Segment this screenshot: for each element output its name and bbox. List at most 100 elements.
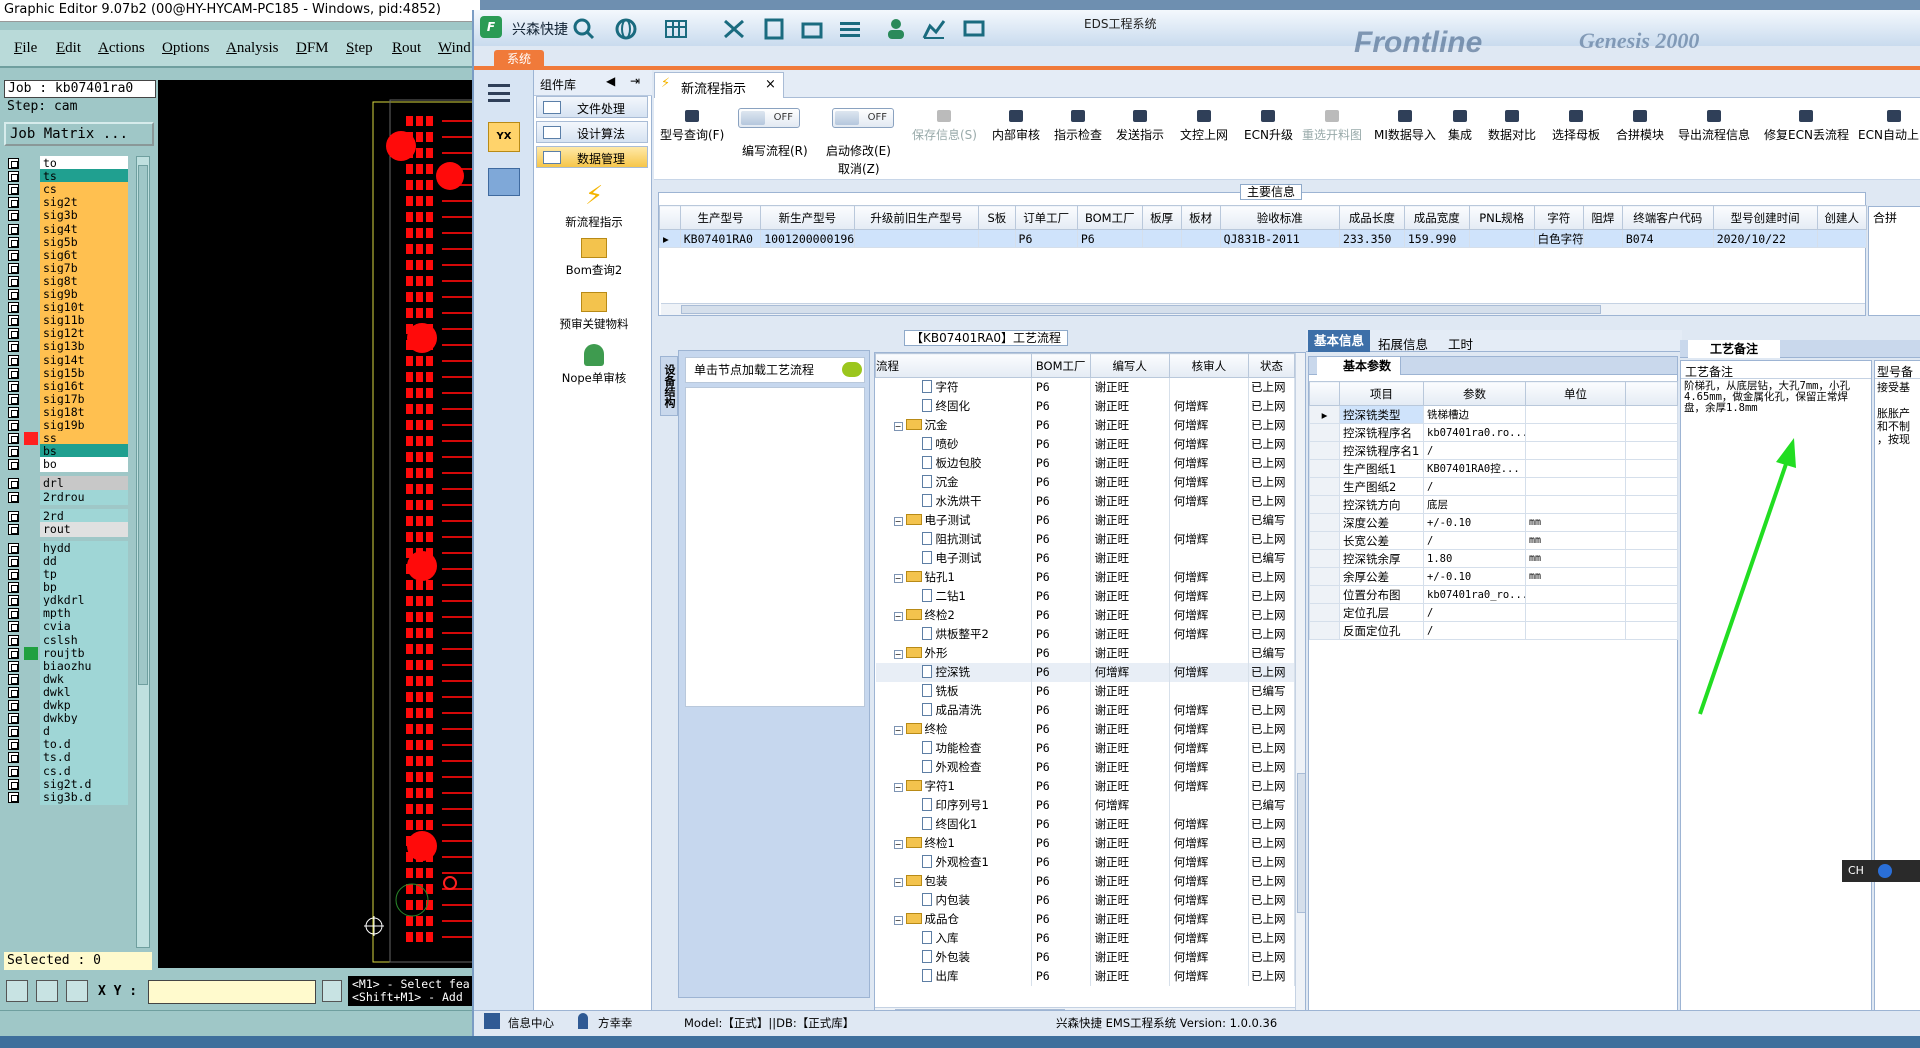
layer-scrollbar[interactable] [136, 156, 150, 948]
menu-file[interactable]: File [14, 40, 37, 57]
search-icon[interactable] [572, 18, 596, 40]
param-row[interactable]: 控深铣程序名 kb07401ra0.ro... [1309, 423, 1678, 442]
flow-row[interactable]: 字符 P6 谢正旺 已上网 [875, 377, 1296, 397]
collapse-icon[interactable]: − [893, 612, 903, 621]
measure-tool-icon[interactable] [36, 980, 58, 1002]
merge-module-button[interactable]: 合拼模块 [1616, 110, 1664, 143]
param-row[interactable]: 控深铣程序名1/ [1309, 441, 1678, 460]
column-header[interactable]: 升级前旧生产型号 [853, 205, 980, 230]
flow-row[interactable]: − 终检 P6 谢正旺 何增辉 已上网 [875, 719, 1296, 739]
scroll-thumb[interactable] [138, 165, 148, 685]
tab-work-hours[interactable]: 工时 [1448, 334, 1473, 353]
select-mother-button[interactable]: 选择母板 [1552, 110, 1600, 143]
flow-column-header[interactable]: 流程 [875, 353, 1032, 378]
flow-row[interactable]: − 包装 P6 谢正旺 何增辉 已上网 [875, 871, 1296, 891]
write-flow-toggle[interactable]: OFF [738, 108, 800, 128]
layer-checkbox[interactable] [8, 275, 19, 287]
instruction-check-button[interactable]: 指示检查 [1054, 110, 1102, 143]
flow-column-header[interactable]: 状态 [1247, 353, 1296, 378]
ecn-auto-online-button[interactable]: ECN自动上网 [1858, 110, 1920, 143]
collapse-icon[interactable]: − [893, 878, 903, 887]
integrate-button[interactable]: 集成 [1448, 110, 1472, 143]
layer-checkbox[interactable] [8, 367, 19, 379]
layer-checkbox[interactable] [8, 510, 19, 522]
cell[interactable] [1180, 229, 1221, 248]
flow-row[interactable]: − 终检2 P6 谢正旺 何增辉 已上网 [875, 605, 1296, 625]
fix-ecn-button[interactable]: 修复ECN丢流程 [1764, 110, 1849, 143]
cell[interactable]: QJ831B-2011 [1219, 229, 1340, 248]
layer-checkbox[interactable] [8, 647, 19, 659]
column-header[interactable]: PNL规格 [1468, 205, 1535, 230]
material-review-tool[interactable]: 预审关键物料 [542, 292, 646, 332]
flow-row[interactable]: 铣板 P6 谢正旺 已编写 [875, 681, 1296, 701]
column-header[interactable]: 板材 [1180, 205, 1221, 230]
layer-row[interactable]: sig3b.d [4, 789, 130, 805]
column-header[interactable]: 终端客户代码 [1621, 205, 1714, 230]
layer-checkbox[interactable] [8, 341, 19, 353]
param-value[interactable]: +/-0.10 [1423, 513, 1526, 532]
flow-row[interactable]: 烘板整平2 P6 谢正旺 何增辉 已上网 [875, 624, 1296, 644]
job-matrix-button[interactable]: Job Matrix ... [4, 122, 154, 146]
reselect-drawing-button[interactable]: 重选开料图 [1302, 110, 1362, 143]
param-row[interactable]: 生产图纸2/ [1309, 477, 1678, 496]
param-value[interactable]: +/-0.10 [1423, 567, 1526, 586]
param-column-header[interactable]: 参数 [1423, 381, 1526, 406]
param-value[interactable]: / [1423, 603, 1526, 622]
layer-checkbox[interactable] [8, 791, 19, 803]
param-value[interactable]: 底层 [1423, 495, 1526, 514]
tab-basic-info[interactable]: 基本信息 [1308, 330, 1370, 352]
collapse-icon[interactable]: − [893, 916, 903, 925]
param-row[interactable]: 控深铣方向 底层 [1309, 495, 1678, 514]
layer-checkbox[interactable] [8, 555, 19, 567]
user-icon[interactable] [884, 18, 908, 40]
cell[interactable] [978, 229, 1016, 248]
flow-row[interactable]: 功能检查 P6 谢正旺 何增辉 已上网 [875, 738, 1296, 758]
load-flow-button[interactable]: 单击节点加载工艺流程 [685, 357, 865, 383]
menu-rout[interactable]: Rout [392, 40, 421, 57]
cell[interactable]: KB07401RA0 [679, 229, 762, 248]
column-header[interactable]: BOM工厂 [1076, 205, 1143, 230]
menu-edit[interactable]: Edit [56, 40, 81, 57]
layer-checkbox[interactable] [8, 726, 19, 738]
save-info-button[interactable]: 保存信息(S) [912, 110, 977, 143]
flow-node-list[interactable] [685, 387, 865, 707]
collapse-icon[interactable]: − [893, 422, 903, 431]
start-edit-toggle[interactable]: OFF [832, 108, 894, 128]
param-row[interactable]: 位置分布图 kb07401ra0_ro... [1309, 585, 1678, 604]
cell[interactable]: B074 [1621, 229, 1714, 248]
layer-checkbox[interactable] [8, 328, 19, 340]
cell[interactable]: P6 [1076, 229, 1143, 248]
ime-widget[interactable]: CH [1842, 860, 1920, 882]
flow-column-header[interactable]: BOM工厂 [1030, 353, 1091, 378]
flow-row[interactable]: 终固化 P6 谢正旺 何增辉 已上网 [875, 396, 1296, 416]
flow-row[interactable]: 出库 P6 谢正旺 何增辉 已上网 [875, 966, 1296, 986]
layer-checkbox[interactable] [8, 778, 19, 790]
data-management-button[interactable]: 数据管理 [536, 146, 648, 168]
menu-options[interactable]: Options [162, 40, 210, 57]
flow-row[interactable]: 终固化1 P6 谢正旺 何增辉 已上网 [875, 814, 1296, 834]
cell[interactable]: 白色字符 [1533, 229, 1584, 248]
cell[interactable] [1468, 229, 1535, 248]
flow-row[interactable]: − 成品仓 P6 谢正旺 何增辉 已上网 [875, 909, 1296, 929]
flow-row[interactable]: 外包装 P6 谢正旺 何增辉 已上网 [875, 947, 1296, 967]
layer-checkbox[interactable] [8, 184, 19, 196]
flow-tree-vscroll[interactable] [1295, 353, 1305, 1017]
flow-row[interactable]: 成品清洗 P6 谢正旺 何增辉 已上网 [875, 700, 1296, 720]
collapse-icon[interactable]: − [893, 650, 903, 659]
zoom-tool-icon[interactable] [6, 980, 28, 1002]
layer-checkbox[interactable] [8, 673, 19, 685]
collapse-icon[interactable]: − [893, 783, 903, 792]
tab-extended-info[interactable]: 拓展信息 [1378, 334, 1428, 353]
collapse-left-icon[interactable]: ◀ [606, 74, 615, 88]
layer-checkbox[interactable] [8, 595, 19, 607]
layer-checkbox[interactable] [8, 354, 19, 366]
layer-checkbox[interactable] [8, 713, 19, 725]
layer-checkbox[interactable] [8, 459, 19, 471]
param-row[interactable]: 控深铣余厚 1.80 mm [1309, 549, 1678, 568]
flow-row[interactable]: 喷砂 P6 谢正旺 何增辉 已上网 [875, 434, 1296, 454]
flow-row[interactable]: − 外形 P6 谢正旺 已编写 [875, 643, 1296, 663]
layer-checkbox[interactable] [8, 302, 19, 314]
cell[interactable] [1816, 229, 1868, 248]
flow-column-header[interactable]: 编写人 [1089, 353, 1170, 378]
param-value[interactable]: / [1423, 621, 1526, 640]
